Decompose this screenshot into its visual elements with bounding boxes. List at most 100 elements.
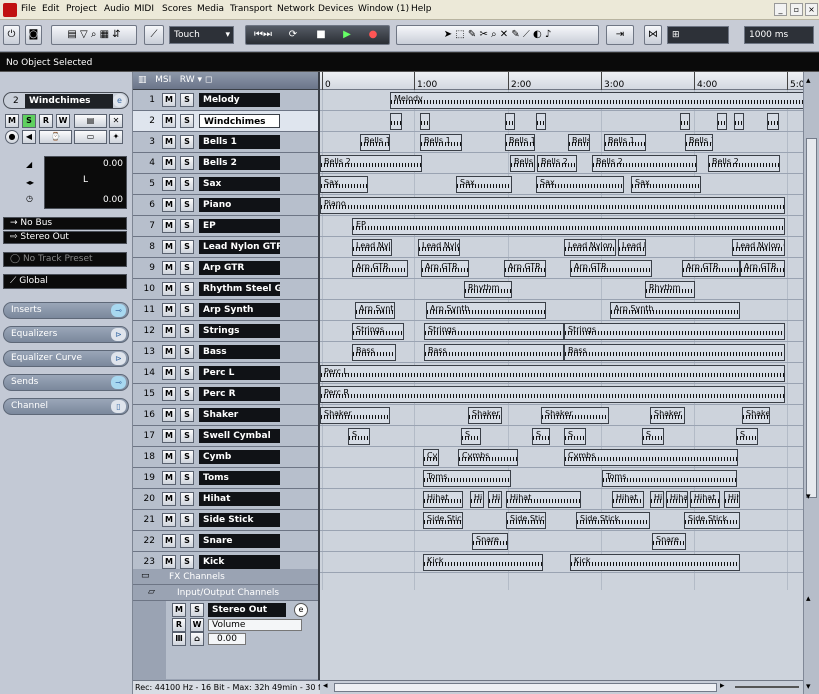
solo-button[interactable]: S xyxy=(180,534,194,548)
mute-button[interactable]: M xyxy=(162,219,176,233)
track-name[interactable]: Bells 1 xyxy=(199,135,280,149)
audio-event[interactable]: Lead Nylon GTR xyxy=(564,239,616,256)
track-row[interactable]: 17 M S Swell Cymbal xyxy=(133,426,318,447)
audio-event[interactable]: Rhythm xyxy=(645,281,695,298)
mute-button[interactable]: M xyxy=(162,513,176,527)
audio-event[interactable]: Hihat xyxy=(423,491,463,508)
record-icon[interactable]: ● xyxy=(364,29,382,41)
audio-event[interactable]: Arp Synth xyxy=(426,302,546,319)
timebase-icon[interactable]: ✦ xyxy=(109,130,123,144)
track-row[interactable]: 8 M S Lead Nylon GTR xyxy=(133,237,318,258)
track-row[interactable]: 10 MS Rhythm Steel GTR xyxy=(133,279,318,300)
horizontal-scroll-thumb[interactable] xyxy=(334,683,717,692)
track-name[interactable]: Lead Nylon GTR xyxy=(199,240,280,254)
audio-event[interactable]: Bells 2 xyxy=(320,155,422,172)
scroll-up-icon[interactable]: ▴ xyxy=(806,76,811,86)
audio-event[interactable]: Cymbs xyxy=(458,449,518,466)
audio-event[interactable]: Side Stick xyxy=(423,512,463,529)
track-lane[interactable]: Melody xyxy=(320,90,803,111)
vertical-scrollbar[interactable]: ▴ ▾ ▴ ▾ xyxy=(803,72,819,694)
audio-event[interactable]: EP xyxy=(352,218,785,235)
audio-event[interactable]: Snare xyxy=(472,533,508,550)
audio-event[interactable]: Hihat xyxy=(470,491,484,508)
track-row[interactable]: 21 M S Side Stick xyxy=(133,510,318,531)
track-lane[interactable]: Hihat Hihat Hihat Hihat Hihat Hihat Hihat Hihat… xyxy=(320,489,803,510)
zoom-in-icon[interactable]: ▴ xyxy=(806,594,811,604)
audio-event[interactable]: Rhythm xyxy=(464,281,512,298)
horizontal-scrollbar[interactable]: ◂ ▸ xyxy=(320,680,803,694)
audio-event[interactable]: Shaker xyxy=(468,407,502,424)
audio-event[interactable]: Arp GTR xyxy=(352,260,408,277)
solo-icon[interactable]: S xyxy=(22,114,36,128)
lanes-icon[interactable]: ▭ xyxy=(74,130,107,144)
track-name[interactable]: Windchimes xyxy=(199,114,280,128)
track-lane[interactable] xyxy=(320,111,803,132)
audio-event[interactable] xyxy=(734,113,744,130)
audio-event[interactable]: Bass xyxy=(424,344,564,361)
track-row[interactable]: 2 M S Windchimes xyxy=(133,111,318,132)
track-lane[interactable]: Kick Kick xyxy=(320,552,803,573)
track-row[interactable]: 11 M S Arp Synth xyxy=(133,300,318,321)
out-solo-icon[interactable]: S xyxy=(190,603,204,617)
mute-button[interactable]: M xyxy=(162,471,176,485)
audio-event[interactable]: Snare xyxy=(652,533,686,550)
audio-event[interactable]: Arp Synth xyxy=(610,302,740,319)
track-list-tools-icon[interactable]: ▥ MSI RW ▾ ◻ xyxy=(138,75,212,85)
audio-event[interactable]: Melody xyxy=(390,92,803,109)
solo-button[interactable]: S xyxy=(180,345,194,359)
track-name[interactable]: Melody xyxy=(199,93,280,107)
track-lane[interactable]: Bells 2 Bells 2 Bells 2 Bells 2 Bells 2 xyxy=(320,153,803,174)
track-preset[interactable]: ◯ No Track Preset xyxy=(3,252,127,267)
track-row[interactable]: 16 M S Shaker xyxy=(133,405,318,426)
audio-event[interactable]: Bells 1 xyxy=(360,134,390,151)
audio-event[interactable]: Hihat xyxy=(650,491,664,508)
out-read-icon[interactable]: R xyxy=(172,618,186,632)
sends-bypass-icon[interactable]: ⊸ xyxy=(111,376,126,389)
mute-button[interactable]: M xyxy=(162,303,176,317)
audio-event[interactable]: Bells 1 xyxy=(505,134,535,151)
audio-event[interactable]: Strings xyxy=(564,323,785,340)
snap-button[interactable]: ⇥ xyxy=(606,25,634,45)
solo-button[interactable]: S xyxy=(180,93,194,107)
audio-event[interactable]: Bass xyxy=(352,344,396,361)
track-row[interactable]: 15 M S Perc R xyxy=(133,384,318,405)
track-name[interactable]: Hihat xyxy=(199,492,280,506)
vertical-scroll-thumb[interactable] xyxy=(806,138,817,498)
audio-event[interactable] xyxy=(680,113,690,130)
audio-event[interactable]: Bass xyxy=(564,344,785,361)
mute-icon[interactable]: M xyxy=(5,114,19,128)
solo-button[interactable]: S xyxy=(180,513,194,527)
mute-button[interactable]: M xyxy=(162,324,176,338)
track-lane[interactable]: Perc L xyxy=(320,363,803,384)
mute-lock-icon[interactable]: ✕ xyxy=(109,114,123,128)
audio-event[interactable] xyxy=(390,113,402,130)
audio-event[interactable]: Lead Nylon GTR xyxy=(732,239,785,256)
track-row[interactable]: 18 M S Cymb xyxy=(133,447,318,468)
mute-button[interactable]: M xyxy=(162,135,176,149)
track-row[interactable]: 1 M S Melody xyxy=(133,90,318,111)
audio-event[interactable] xyxy=(767,113,779,130)
track-name[interactable]: Perc R xyxy=(199,387,280,401)
track-name[interactable]: Piano xyxy=(199,198,280,212)
menu-edit[interactable]: Edit xyxy=(42,4,59,14)
window-layout-buttons[interactable]: ▤ ▽ ⌕ ▦ ⇵ xyxy=(51,25,137,45)
track-name[interactable]: Side Stick xyxy=(199,513,280,527)
solo-button[interactable]: S xyxy=(180,156,194,170)
out-edit-icon[interactable]: e xyxy=(294,603,308,617)
audio-event[interactable]: Hihat xyxy=(506,491,581,508)
audio-event[interactable]: Strings xyxy=(352,323,404,340)
solo-button[interactable]: S xyxy=(180,198,194,212)
play-icon[interactable]: ▶ xyxy=(338,29,356,41)
audio-event[interactable]: Cymb xyxy=(423,449,439,466)
solo-button[interactable]: S xyxy=(180,114,194,128)
audio-event[interactable]: Lead Nylon GTR xyxy=(352,239,392,256)
audio-event[interactable]: Arp GTR xyxy=(504,260,546,277)
channel-section[interactable]: Channel ▯ xyxy=(3,398,129,415)
audio-event[interactable]: Bells 2 xyxy=(592,155,697,172)
track-lane[interactable]: Cymb Cymbs Cymbs xyxy=(320,447,803,468)
audio-event[interactable]: Side Stick xyxy=(506,512,546,529)
menu-audio[interactable]: Audio xyxy=(104,4,130,14)
solo-button[interactable]: S xyxy=(180,135,194,149)
eq-bypass-icon[interactable]: ⊳ xyxy=(111,328,126,341)
mute-button[interactable]: M xyxy=(162,387,176,401)
